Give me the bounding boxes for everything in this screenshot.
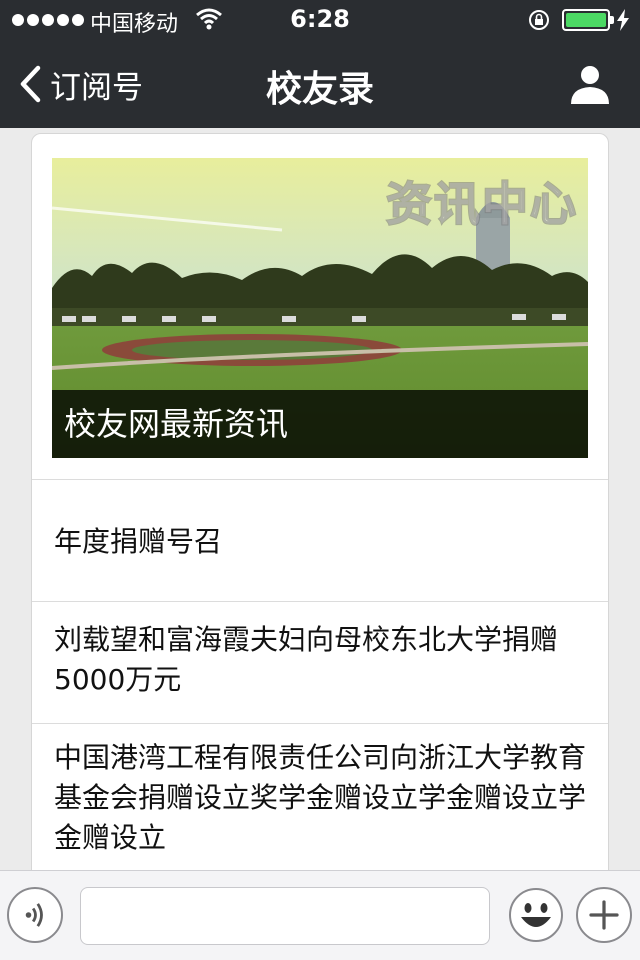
battery-icon — [562, 9, 614, 31]
article-item[interactable]: 年度捐赠号召 — [32, 479, 608, 601]
banner-watermark: 资讯中心 — [385, 176, 578, 232]
banner-caption: 校友网最新资讯 — [52, 390, 588, 458]
voice-icon[interactable] — [7, 887, 63, 943]
charging-icon — [617, 9, 629, 31]
battery-fill — [566, 13, 606, 27]
article-item[interactable]: 中国港湾工程有限责任公司向浙江大学教育基金会捐赠设立奖学金赠设立学金赠设立学金赠… — [32, 723, 608, 892]
person-icon[interactable] — [568, 62, 612, 106]
article-item[interactable]: 刘载望和富海霞夫妇向母校东北大学捐赠5000万元 — [32, 601, 608, 723]
news-card: 资讯中心 校友网最新资讯 年度捐赠号召 刘载望和富海霞夫妇向母校东北大学捐赠50… — [31, 133, 609, 893]
status-bar: 中国移动 6:28 — [0, 0, 640, 40]
input-bar — [0, 870, 640, 960]
emoji-icon[interactable] — [508, 887, 564, 943]
nav-bar: 订阅号 校友录 — [0, 40, 640, 128]
chevron-left-icon — [20, 65, 41, 103]
banner-image[interactable]: 资讯中心 校友网最新资讯 — [52, 158, 588, 458]
message-input[interactable] — [80, 887, 490, 945]
rotation-lock-icon — [529, 10, 549, 30]
back-label: 订阅号 — [50, 69, 143, 106]
plus-icon[interactable] — [576, 887, 632, 943]
back-button[interactable]: 订阅号 — [18, 62, 143, 106]
